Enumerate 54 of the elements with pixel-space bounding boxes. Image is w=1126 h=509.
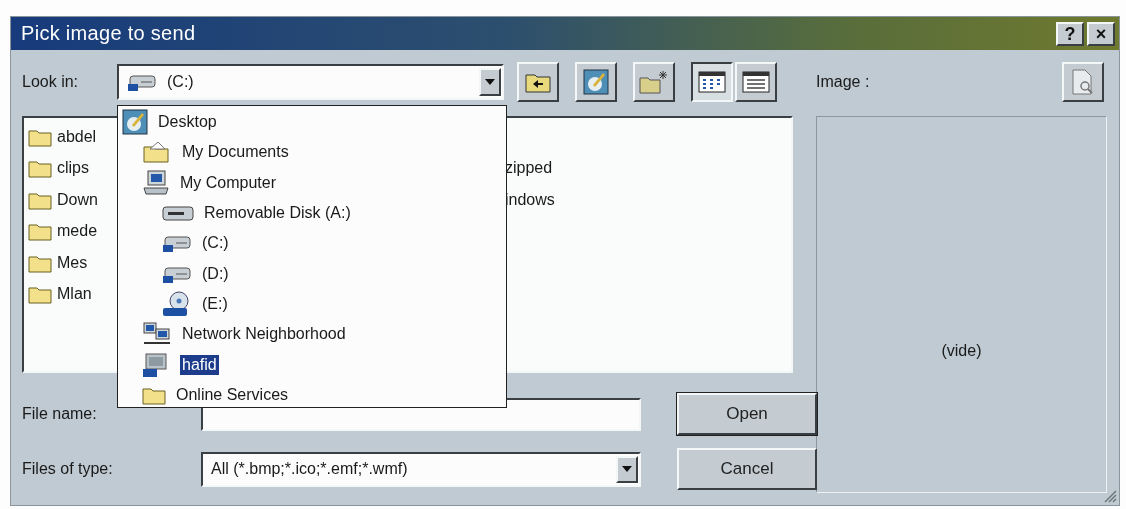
caret-icon xyxy=(622,466,632,472)
details-view-icon xyxy=(742,71,770,93)
up-folder-button[interactable] xyxy=(517,62,559,102)
look-in-dropdown[interactable]: (C:) xyxy=(117,64,504,100)
location-item[interactable]: Removable Disk (A:) xyxy=(202,203,353,224)
empty-preview-text: (vide) xyxy=(941,342,982,361)
drive-icon xyxy=(162,204,194,223)
files-of-type-dropdown[interactable]: All (*.bmp;*.ico;*.emf;*.wmf) xyxy=(201,451,641,487)
desktop-icon xyxy=(583,69,609,95)
cd-drive-icon xyxy=(162,290,192,317)
files-of-type-label: Files of type: xyxy=(22,460,114,478)
desktop-icon xyxy=(122,109,148,136)
list-view-button[interactable] xyxy=(691,62,733,102)
window-title: Pick image to send xyxy=(21,22,197,45)
open-folder-icon xyxy=(142,140,172,165)
help-button[interactable]: ? xyxy=(1056,21,1084,46)
file-item[interactable]: Mlan xyxy=(57,285,92,304)
file-item[interactable]: Mes xyxy=(57,253,88,272)
resize-grip-icon[interactable] xyxy=(1103,489,1117,503)
location-item[interactable]: My Documents xyxy=(180,142,291,163)
file-item[interactable]: abdel xyxy=(57,127,97,146)
location-item[interactable]: hafid xyxy=(180,354,219,375)
computer-icon xyxy=(142,169,170,196)
details-view-button[interactable] xyxy=(735,62,777,102)
folder-icon xyxy=(28,284,52,305)
location-item[interactable]: (E:) xyxy=(200,293,230,314)
file-item[interactable]: mede xyxy=(57,222,98,241)
location-item[interactable]: Online Services xyxy=(174,384,291,405)
file-name-label: File name: xyxy=(22,405,98,423)
file-item[interactable]: Down xyxy=(57,190,98,209)
up-folder-icon xyxy=(525,71,551,93)
open-button[interactable]: Open xyxy=(677,393,817,435)
location-item[interactable]: (D:) xyxy=(200,263,231,284)
new-folder-icon xyxy=(639,70,669,94)
dropdown-arrow-button[interactable] xyxy=(616,455,638,483)
location-item[interactable]: (C:) xyxy=(200,233,231,254)
file-item[interactable]: clips xyxy=(57,159,89,178)
page-magnifier-icon xyxy=(1071,69,1095,95)
location-item[interactable]: Network Neighborhood xyxy=(180,324,348,345)
preview-button[interactable] xyxy=(1062,62,1104,102)
close-button[interactable]: × xyxy=(1087,21,1115,46)
dropdown-arrow-button[interactable] xyxy=(479,68,501,96)
file-item[interactable]: zipped xyxy=(505,159,553,178)
folder-icon xyxy=(28,221,52,242)
new-folder-button[interactable] xyxy=(633,62,675,102)
cancel-button[interactable]: Cancel xyxy=(677,448,817,490)
location-item[interactable]: My Computer xyxy=(178,172,279,193)
folder-icon xyxy=(28,158,52,179)
location-item[interactable]: Desktop xyxy=(156,112,219,133)
list-view-icon xyxy=(698,71,726,93)
desktop-button[interactable] xyxy=(575,62,617,102)
caret-icon xyxy=(485,79,495,85)
preview-label: Image : xyxy=(816,73,871,91)
look-in-label: Look in: xyxy=(22,73,80,91)
